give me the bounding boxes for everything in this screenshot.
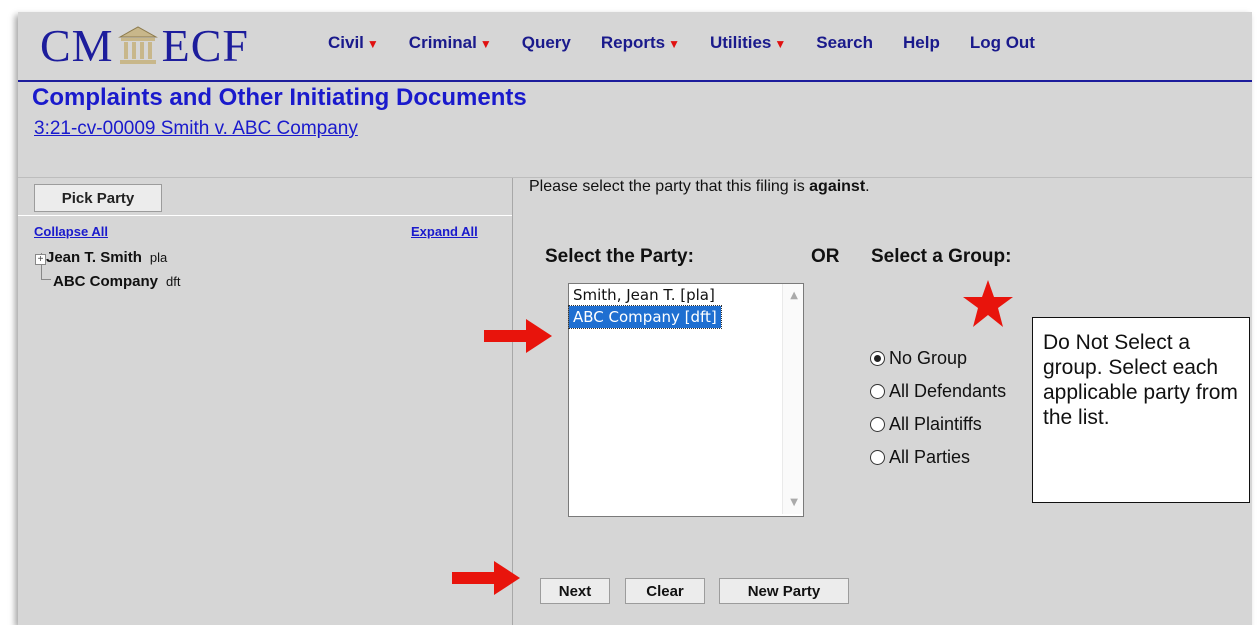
top-bar: CM ECF Civil ▼ Criminal ▼ Query Reports ▼ U…	[18, 12, 1252, 80]
clear-button[interactable]: Clear	[625, 578, 705, 604]
menu-criminal[interactable]: Criminal ▼	[409, 33, 492, 53]
pick-party-tab[interactable]: Pick Party	[34, 184, 162, 212]
tree-party-plaintiff[interactable]: Jean T. Smith pla	[46, 249, 167, 266]
instruction-text: Please select the party that this filing…	[529, 178, 870, 195]
radio-button[interactable]	[870, 384, 885, 399]
listbox-scrollbar[interactable]: ▲ ▼	[782, 284, 803, 514]
chevron-down-icon: ▼	[479, 37, 492, 51]
radio-button[interactable]	[870, 450, 885, 465]
menu-help[interactable]: Help	[903, 33, 940, 53]
party-role: pla	[149, 250, 168, 265]
party-name: ABC Company	[53, 273, 159, 290]
logo-text-left: CM	[40, 19, 114, 71]
instruction-emphasis: against	[809, 178, 866, 195]
annotation-callout: Do Not Select a group. Select each appli…	[1032, 317, 1250, 503]
menu-log-out[interactable]: Log Out	[970, 33, 1035, 53]
menu-utilities[interactable]: Utilities ▼	[710, 33, 786, 53]
group-label: No Group	[889, 348, 968, 368]
chevron-down-icon: ▼	[774, 37, 787, 51]
radio-button[interactable]	[870, 351, 885, 366]
scroll-up-icon[interactable]: ▲	[790, 290, 798, 301]
page-title: Complaints and Other Initiating Document…	[32, 84, 527, 111]
next-button[interactable]: Next	[540, 578, 610, 604]
logo-text-right: ECF	[161, 19, 249, 71]
collapse-all-link[interactable]: Collapse All	[34, 224, 108, 239]
party-selection-panel: Please select the party that this filing…	[513, 178, 1252, 625]
party-option-selected[interactable]: ABC Company [dft]	[568, 305, 722, 329]
courthouse-icon	[117, 26, 158, 64]
group-option-all-parties[interactable]: All Parties	[870, 447, 970, 468]
party-listbox[interactable]: Smith, Jean T. [pla] ABC Company [dft] ▲…	[568, 283, 804, 517]
new-party-button[interactable]: New Party	[719, 578, 849, 604]
cmecf-logo[interactable]: CM ECF	[40, 19, 249, 71]
radio-button[interactable]	[870, 417, 885, 432]
group-option-none[interactable]: No Group	[870, 348, 967, 369]
group-option-defendants[interactable]: All Defendants	[870, 381, 1006, 402]
party-option[interactable]: Smith, Jean T. [pla]	[569, 284, 803, 306]
menu-civil[interactable]: Civil ▼	[328, 33, 379, 53]
group-label: All Plaintiffs	[889, 414, 982, 434]
menu-divider	[18, 80, 1252, 82]
main-menu: Civil ▼ Criminal ▼ Query Reports ▼ Utilitie…	[328, 33, 1065, 53]
party-role: dft	[166, 274, 181, 289]
or-label: OR	[811, 246, 840, 267]
group-label: All Defendants	[889, 381, 1007, 401]
chevron-down-icon: ▼	[668, 37, 680, 51]
case-link[interactable]: 3:21-cv-00009 Smith v. ABC Company	[34, 118, 358, 140]
menu-reports[interactable]: Reports ▼	[601, 33, 680, 53]
tree-party-defendant[interactable]: ABC Company dft	[53, 273, 180, 290]
menu-query[interactable]: Query	[522, 33, 571, 53]
scroll-down-icon[interactable]: ▼	[790, 497, 798, 508]
star-icon	[963, 280, 1013, 327]
chevron-down-icon: ▼	[366, 37, 379, 51]
tree-divider	[18, 215, 512, 216]
expand-all-link[interactable]: Expand All	[411, 224, 478, 239]
arrow-right-icon	[452, 561, 520, 595]
menu-search[interactable]: Search	[816, 33, 873, 53]
cmecf-window: CM ECF Civil ▼ Criminal ▼ Query Reports ▼ U…	[18, 12, 1252, 625]
pick-party-pane: Pick Party Collapse All Expand All + Jea…	[18, 178, 513, 625]
tree-connector	[41, 279, 51, 280]
party-name: Jean T. Smith	[46, 249, 142, 266]
arrow-right-icon	[484, 319, 552, 353]
group-label: All Parties	[889, 447, 971, 467]
expand-node-icon[interactable]: +	[35, 254, 46, 265]
group-option-plaintiffs[interactable]: All Plaintiffs	[870, 414, 982, 435]
select-party-heading: Select the Party:	[545, 246, 694, 267]
select-group-heading: Select a Group:	[871, 246, 1012, 267]
